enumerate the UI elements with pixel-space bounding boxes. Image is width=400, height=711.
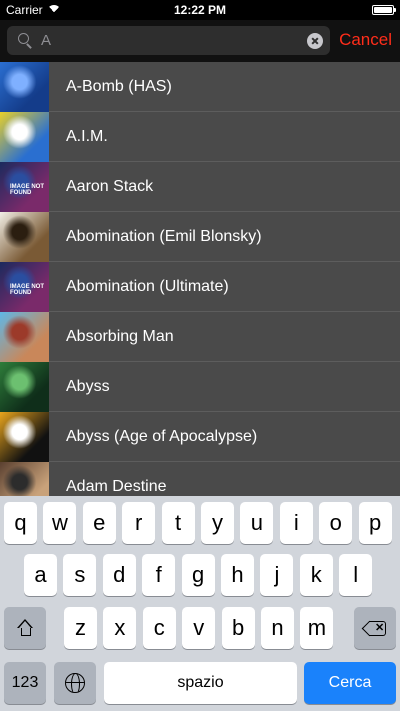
key-p[interactable]: p bbox=[358, 502, 392, 544]
key-c[interactable]: c bbox=[142, 607, 176, 649]
numbers-key[interactable]: 123 bbox=[4, 662, 46, 704]
hero-thumbnail bbox=[0, 361, 49, 412]
hero-thumbnail bbox=[0, 211, 49, 262]
key-m[interactable]: m bbox=[300, 607, 334, 649]
key-i[interactable]: i bbox=[279, 502, 313, 544]
key-u[interactable]: u bbox=[240, 502, 274, 544]
hero-thumbnail bbox=[0, 62, 49, 112]
clock: 12:22 PM bbox=[173, 3, 227, 17]
shift-icon bbox=[16, 619, 34, 637]
key-v[interactable]: v bbox=[182, 607, 216, 649]
result-name: Adam Destine bbox=[66, 477, 167, 495]
result-row[interactable]: A-Bomb (HAS) bbox=[0, 62, 400, 112]
key-x[interactable]: x bbox=[103, 607, 137, 649]
result-name: Abyss bbox=[66, 377, 110, 395]
key-n[interactable]: n bbox=[261, 607, 294, 649]
battery-icon bbox=[372, 5, 396, 15]
hero-thumbnail bbox=[0, 111, 49, 162]
key-d[interactable]: d bbox=[102, 554, 136, 596]
result-name: Abyss (Age of Apocalypse) bbox=[66, 427, 258, 445]
result-name: Abomination (Ultimate) bbox=[66, 277, 229, 295]
key-y[interactable]: y bbox=[201, 502, 234, 544]
result-row[interactable]: IMAGE NOT FOUND Abomination (Ultimate) bbox=[0, 261, 400, 312]
key-w[interactable]: w bbox=[43, 502, 77, 544]
backspace-key[interactable]: ✕ bbox=[354, 607, 396, 649]
search-bar: Cancel bbox=[0, 20, 400, 62]
key-r[interactable]: r bbox=[122, 502, 156, 544]
key-f[interactable]: f bbox=[142, 554, 176, 596]
key-a[interactable]: a bbox=[24, 554, 57, 596]
result-name: A-Bomb (HAS) bbox=[66, 77, 172, 95]
result-name: Aaron Stack bbox=[66, 177, 154, 195]
key-l[interactable]: l bbox=[339, 554, 373, 596]
globe-icon bbox=[65, 673, 85, 693]
keyboard-row-4: 123 spazio Cerca bbox=[0, 662, 400, 704]
result-name: A.I.M. bbox=[66, 127, 108, 145]
backspace-icon: ✕ bbox=[361, 620, 387, 637]
result-name: Absorbing Man bbox=[66, 327, 174, 345]
key-o[interactable]: o bbox=[319, 502, 353, 544]
key-t[interactable]: t bbox=[161, 502, 195, 544]
keyboard-row-3: ✕ zxcvbnm bbox=[0, 607, 400, 649]
result-name: Abomination (Emil Blonsky) bbox=[66, 227, 262, 245]
key-h[interactable]: h bbox=[221, 554, 254, 596]
key-e[interactable]: e bbox=[82, 502, 116, 544]
image-not-found-label: IMAGE NOT FOUND bbox=[10, 183, 44, 196]
space-key[interactable]: spazio bbox=[104, 662, 297, 704]
hero-thumbnail bbox=[0, 411, 49, 462]
keyboard-row-1: qwertyuiop bbox=[0, 502, 400, 544]
search-key[interactable]: Cerca bbox=[304, 662, 396, 704]
result-row[interactable]: Abyss (Age of Apocalypse) bbox=[0, 411, 400, 462]
image-not-found-thumbnail: IMAGE NOT FOUND bbox=[0, 161, 49, 212]
keyboard: qwertyuiop asdfghjkl ✕ zxcvbnm 123 spazi… bbox=[0, 496, 400, 711]
result-row[interactable]: Absorbing Man bbox=[0, 311, 400, 362]
clear-icon[interactable] bbox=[307, 32, 323, 49]
image-not-found-thumbnail: IMAGE NOT FOUND bbox=[0, 261, 49, 312]
key-z[interactable]: z bbox=[64, 607, 97, 649]
battery-fill bbox=[374, 7, 392, 13]
cancel-button[interactable]: Cancel bbox=[339, 30, 392, 50]
shift-key[interactable] bbox=[4, 607, 46, 649]
key-q[interactable]: q bbox=[4, 502, 37, 544]
hero-thumbnail bbox=[0, 311, 49, 362]
hero-thumbnail bbox=[0, 461, 49, 496]
result-row[interactable]: Abomination (Emil Blonsky) bbox=[0, 211, 400, 262]
result-row[interactable]: IMAGE NOT FOUND Aaron Stack bbox=[0, 161, 400, 212]
keyboard-row-2: asdfghjkl bbox=[0, 554, 400, 596]
key-j[interactable]: j bbox=[260, 554, 294, 596]
search-field[interactable] bbox=[7, 26, 330, 55]
key-k[interactable]: k bbox=[299, 554, 333, 596]
search-icon bbox=[15, 30, 37, 52]
result-row[interactable]: Abyss bbox=[0, 361, 400, 412]
result-row[interactable]: Adam Destine bbox=[0, 461, 400, 496]
globe-key[interactable] bbox=[54, 662, 96, 704]
image-not-found-label: IMAGE NOT FOUND bbox=[10, 283, 44, 296]
key-g[interactable]: g bbox=[181, 554, 215, 596]
result-row[interactable]: A.I.M. bbox=[0, 111, 400, 162]
key-b[interactable]: b bbox=[221, 607, 255, 649]
key-s[interactable]: s bbox=[63, 554, 97, 596]
search-input[interactable] bbox=[41, 32, 307, 49]
results-list[interactable]: A-Bomb (HAS) A.I.M. IMAGE NOT FOUND Aaron S… bbox=[0, 62, 400, 496]
status-bar: Carrier 12:22 PM bbox=[0, 0, 400, 20]
